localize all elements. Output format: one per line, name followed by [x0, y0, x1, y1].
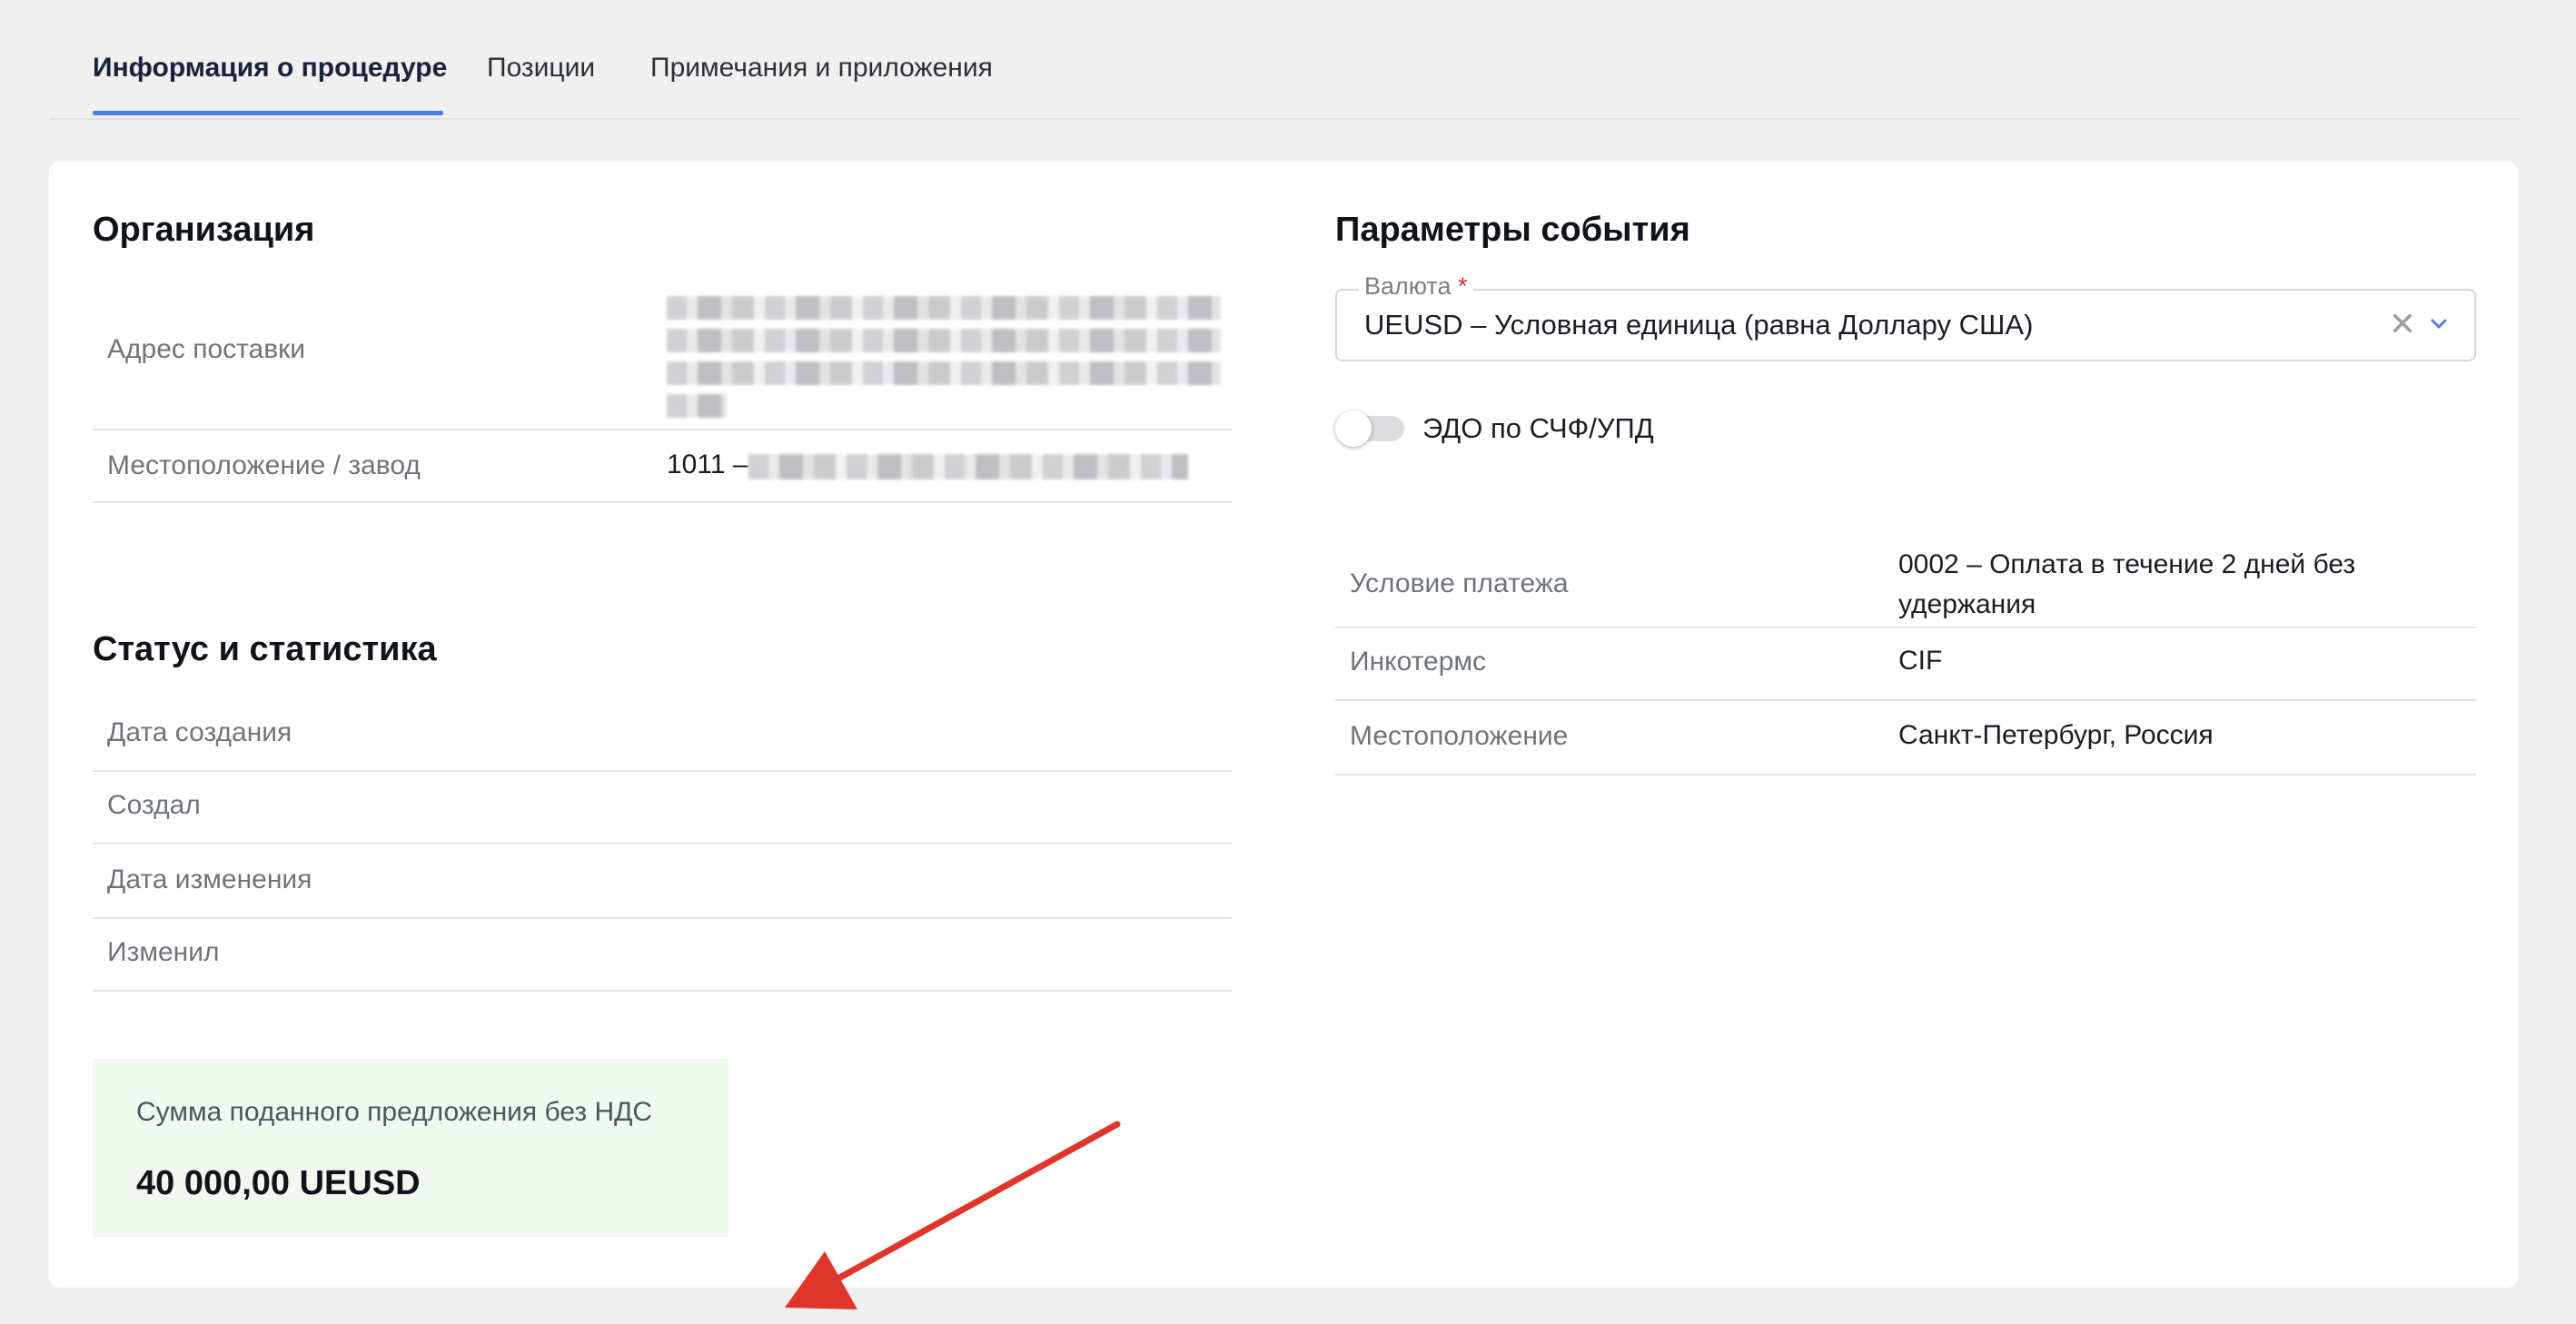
modified-by-label: Изменил [107, 937, 220, 967]
redacted-text [667, 329, 1221, 352]
edo-toggle[interactable] [1335, 410, 1406, 447]
procedure-info-card: Организация Адрес поставки Местоположени… [49, 162, 2518, 1309]
toggle-knob [1335, 410, 1372, 447]
payment-terms-label: Условие платежа [1350, 568, 1569, 598]
organization-title: Организация [93, 211, 315, 249]
edo-toggle-label: ЭДО по СЧФ/УПД [1422, 412, 1654, 444]
currency-select[interactable]: Валюта * UEUSD – Условная единица (равна… [1335, 272, 2476, 361]
location-label: Местоположение [1350, 721, 1569, 751]
required-mark: * [1458, 272, 1468, 300]
redacted-text [667, 361, 1221, 385]
row-delivery-address: Адрес поставки [93, 278, 1232, 430]
payment-terms-value: 0002 – Оплата в течение 2 дней без удерж… [1898, 549, 2356, 619]
location-plant-value: 1011 – [667, 450, 748, 479]
offer-sum-box: Сумма поданного предложения без НДС 40 0… [93, 1059, 728, 1237]
tab-notes-attachments[interactable]: Примечания и приложения [650, 53, 993, 84]
row-location-plant: Местоположение / завод 1011 – [93, 430, 1232, 503]
annotation-arrow-icon [785, 1121, 1121, 1309]
location-plant-label: Местоположение / завод [107, 450, 421, 480]
created-date-label: Дата создания [107, 717, 292, 747]
incoterms-value: CIF [1898, 646, 1943, 676]
clear-icon[interactable]: ✕ [2389, 305, 2416, 343]
offer-sum-label: Сумма поданного предложения без НДС [136, 1097, 653, 1127]
tab-procedure-info[interactable]: Информация о процедуре [93, 53, 447, 84]
currency-value: UEUSD – Условная единица (равна Доллару … [1364, 309, 2034, 341]
row-created-date: Дата создания [93, 697, 1232, 772]
event-params-title: Параметры события [1335, 211, 1690, 249]
chevron-down-icon[interactable] [2427, 312, 2451, 336]
location-value: Санкт-Петербург, Россия [1898, 720, 2214, 750]
currency-label: Валюта * [1359, 272, 1473, 301]
offer-sum-value: 40 000,00 UEUSD [136, 1164, 421, 1202]
tab-bar: Информация о процедуре Позиции Примечани… [49, 0, 2520, 120]
row-location: Местоположение Санкт-Петербург, Россия [1335, 701, 2476, 776]
tab-positions[interactable]: Позиции [487, 53, 595, 84]
row-payment-terms: Условие платежа 0002 – Оплата в течение … [1335, 538, 2476, 628]
redacted-text [748, 454, 1188, 479]
modified-date-label: Дата изменения [107, 865, 312, 894]
row-modified-by: Изменил [93, 919, 1232, 992]
delivery-address-label: Адрес поставки [107, 334, 306, 364]
created-by-label: Создал [107, 790, 201, 820]
row-incoterms: Инкотермс CIF [1335, 628, 2476, 701]
row-modified-date: Дата изменения [93, 845, 1232, 919]
row-created-by: Создал [93, 772, 1232, 845]
redacted-text [667, 296, 1221, 320]
active-tab-indicator [93, 111, 443, 115]
incoterms-label: Инкотермс [1350, 647, 1487, 677]
status-title: Статус и статистика [93, 630, 437, 668]
redacted-text [667, 394, 727, 418]
